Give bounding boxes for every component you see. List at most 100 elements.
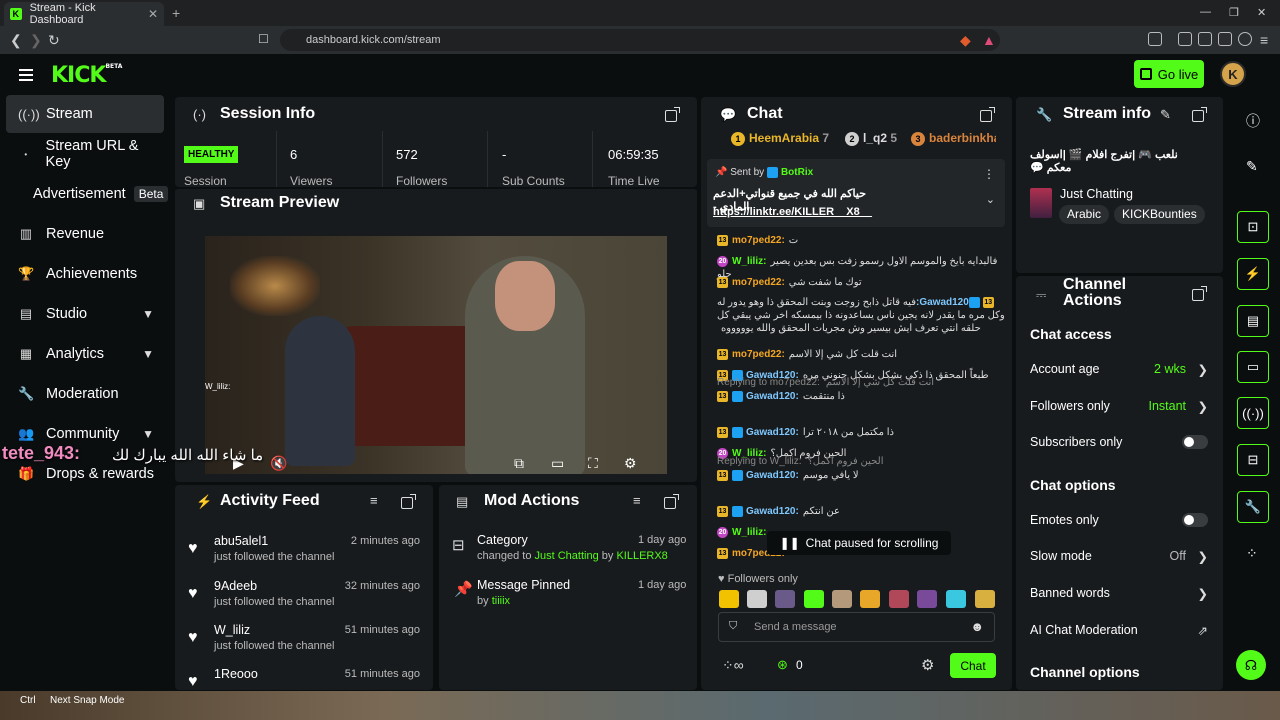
browser-tab[interactable]: K Stream - Kick Dashboard ✕ [4,2,164,26]
hamburger-menu-icon[interactable] [19,69,33,84]
broadcast-icon[interactable]: ((·)) [1237,397,1269,429]
minimize-button[interactable]: — [1200,6,1211,18]
forward-icon[interactable]: ❯ [30,32,42,49]
edit-pencil-icon[interactable]: ✎ [1246,158,1258,175]
emotes-only-row[interactable]: Emotes only [1030,513,1212,527]
top-gifter-3[interactable]: 3 baderbinkha [911,131,996,146]
emote[interactable] [946,590,966,608]
chat-message[interactable]: 13 mo7ped22: ت [717,234,1005,247]
category-thumbnail[interactable] [1030,188,1052,218]
chat-paused-banner[interactable]: ❚❚ Chat paused for scrolling [767,531,951,555]
stream-video[interactable]: W_liliz: [205,236,667,474]
emote[interactable] [860,590,880,608]
close-window-button[interactable]: ✕ [1257,6,1266,19]
chat-message[interactable]: 13 Gawad120: عن انتكم [717,505,1005,518]
emote[interactable] [804,590,824,608]
chat-input[interactable]: ⛉ Send a message ☻ [718,612,995,642]
fullscreen-icon[interactable]: ⛶ [588,455,598,472]
brave-shield-icon[interactable]: ◆ [960,32,971,49]
emote[interactable] [917,590,937,608]
notes-icon[interactable]: ▤ [1237,305,1269,337]
info-icon[interactable]: ⓘ [1246,111,1260,131]
sidebar-item-achievements[interactable]: 🏆 Achievements [6,255,164,293]
tag-pill[interactable]: KICKBounties [1114,205,1205,224]
chat-settings-icon[interactable]: ⚙ [921,656,934,674]
rewards-icon[interactable]: ▲ [982,32,996,48]
emote[interactable] [775,590,795,608]
more-icon[interactable]: ⋮ [983,167,995,181]
support-headset-icon[interactable]: ☊ [1236,650,1266,680]
chat-message[interactable]: 13 mo7ped22: انت قلت كل شي إلا الاسم [717,348,1005,361]
extensions-icon[interactable] [1148,32,1162,46]
settings-gear-icon[interactable]: ⚙ [624,455,637,472]
top-gifter-2[interactable]: 2 l_q2 5 [845,131,897,146]
emote[interactable] [832,590,852,608]
sidebar-item-analytics[interactable]: ▦ Analytics ▼ [6,335,164,373]
sidebar-item-moderation[interactable]: 🔧 Moderation [6,375,164,413]
lightning-icon[interactable]: ⚡ [1237,258,1269,290]
sidebar-item-advertisement[interactable]: Advertisement Beta [6,175,169,213]
chat-icon[interactable]: ▭ [1237,351,1269,383]
clip-icon[interactable]: ⊡ [1237,211,1269,243]
banned-words-row[interactable]: Banned words ❯ [1030,586,1212,601]
bookmark-icon[interactable]: ☐ [258,32,269,46]
popout-icon[interactable] [665,107,680,122]
chat-message[interactable]: 13 mo7ped22: توك ما شفت شي [717,276,1005,289]
theater-icon[interactable]: ▭ [551,455,564,472]
go-live-button[interactable]: Go live [1134,60,1204,88]
layout-icon[interactable]: ⊟ [1237,444,1269,476]
leo-icon[interactable] [1218,32,1232,46]
vpn-icon[interactable] [1238,32,1252,46]
tab-close-icon[interactable]: ✕ [148,7,158,21]
menu-icon[interactable]: ≡ [1260,32,1268,48]
send-chat-button[interactable]: Chat [950,653,996,678]
sidebar-item-studio[interactable]: ▤ Studio ▼ [6,295,164,333]
pinned-message[interactable]: 📌 Sent by BotRix ⋮ حياكم الله في جميع قن… [707,159,1005,227]
filter-icon[interactable]: ≡ [633,493,641,508]
emotes-only-toggle[interactable] [1182,513,1208,527]
popout-icon[interactable] [1192,286,1207,301]
pinned-link[interactable]: https://linktr.ee/KILLER__X8__ [713,206,872,218]
sidebar-item-revenue[interactable]: ▥ Revenue [6,215,164,253]
chevron-down-icon[interactable]: ⌄ [986,193,995,206]
wrench-icon[interactable]: 🔧 [1237,491,1269,523]
new-tab-button[interactable]: + [172,5,180,21]
subscribers-only-toggle[interactable] [1182,435,1208,449]
popout-icon[interactable] [1192,107,1207,122]
user-avatar[interactable]: K [1220,61,1246,87]
popout-icon[interactable] [401,494,416,509]
edit-pencil-icon[interactable]: ✎ [1160,107,1171,123]
maximize-button[interactable]: ❐ [1229,6,1239,19]
chat-message[interactable]: 13Gawad120:فيه قاتل ذابح زوجت وبنت المحق… [717,296,1005,335]
infinity-icon[interactable]: ⁘∞ [722,657,744,674]
sidebar-item-stream[interactable]: ((·)) Stream [6,95,164,133]
dots-icon[interactable]: ⁘ [1246,545,1258,562]
ai-chat-moderation-row[interactable]: AI Chat Moderation ⇗ [1030,623,1212,638]
emote[interactable] [719,590,739,608]
mute-icon[interactable]: 🔇 [270,455,287,472]
emote[interactable] [747,590,767,608]
pip-icon[interactable]: ⧉ [514,455,524,472]
slow-mode-row[interactable]: Slow mode Off ❯ [1030,549,1212,564]
category-name[interactable]: Just Chatting [1060,187,1133,201]
sidebar-toggle-icon[interactable] [1178,32,1192,46]
filter-icon[interactable]: ≡ [370,493,378,508]
reload-icon[interactable]: ↻ [48,32,60,49]
wallet-icon[interactable] [1198,32,1212,46]
followers-only-row[interactable]: Followers only Instant ❯ [1030,399,1212,414]
emoji-picker-icon[interactable]: ☻ [970,619,984,634]
subscribers-only-row[interactable]: Subscribers only [1030,435,1212,449]
popout-icon[interactable] [980,107,995,122]
chat-message[interactable]: 13 Gawad120: لا يافي موسم [717,469,1005,482]
tag-pill[interactable]: Arabic [1059,205,1110,224]
emote[interactable] [975,590,995,608]
kick-logo[interactable]: KICKBETA [51,63,122,88]
account-age-row[interactable]: Account age 2 wks ❯ [1030,362,1212,377]
back-icon[interactable]: ❮ [10,32,22,49]
address-bar[interactable]: dashboard.kick.com/stream [280,29,1000,51]
sidebar-item-stream-url[interactable]: • Stream URL & Key [6,135,164,173]
chat-message[interactable]: 13 Gawad120: ذا مكتمل من ٢٠١٨ ترا [717,426,1005,439]
popout-icon[interactable] [664,494,679,509]
top-gifter-1[interactable]: 1 HeemArabia 7 [731,131,829,146]
chat-message[interactable]: 13 Gawad120: ذا منتقمت [717,390,1005,403]
